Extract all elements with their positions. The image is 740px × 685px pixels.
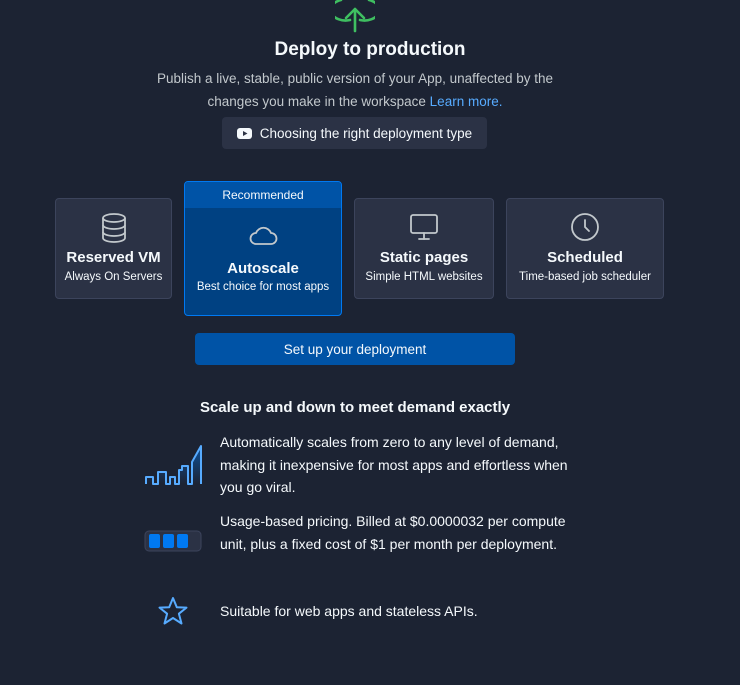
deployment-option-title: Static pages — [379, 249, 469, 266]
monitor-icon — [410, 214, 438, 240]
database-icon — [101, 213, 126, 243]
deployment-option-autoscale[interactable]: Recommended Autoscale Best choice for mo… — [184, 181, 342, 316]
deployment-option-subtitle: Time-based job scheduler — [519, 271, 651, 283]
details-heading: Scale up and down to meet demand exactly — [199, 399, 511, 416]
feature-text: Automatically scales from zero to any le… — [220, 434, 568, 495]
page-title: Deploy to production — [274, 39, 466, 60]
setup-deployment-button[interactable]: Set up your deployment — [195, 333, 515, 365]
deployment-option-subtitle: Best choice for most apps — [196, 281, 330, 293]
deployment-option-subtitle: Simple HTML websites — [365, 271, 483, 283]
deployment-option-title: Autoscale — [227, 260, 299, 277]
star-icon — [158, 597, 188, 625]
deploy-arrow-icon — [335, 0, 375, 33]
video-guide-button[interactable]: Choosing the right deployment type — [222, 117, 487, 149]
youtube-play-icon — [236, 127, 252, 139]
deployment-option-static-pages[interactable]: Static pages Simple HTML websites — [354, 198, 494, 299]
deployment-option-subtitle: Always On Servers — [64, 271, 163, 283]
cloud-icon — [249, 226, 278, 245]
recommended-badge: Recommended — [185, 182, 341, 208]
deployment-option-title: Reserved VM — [66, 249, 161, 266]
scaling-graph-icon — [145, 445, 202, 485]
page-description: Publish a live, stable, public version o… — [150, 68, 560, 113]
deployment-option-reserved-vm[interactable]: Reserved VM Always On Servers — [55, 198, 172, 299]
feature-text: Usage-based pricing. Billed at $0.000003… — [220, 513, 566, 552]
learn-more-link[interactable]: Learn more. — [430, 94, 503, 109]
clock-icon — [571, 213, 599, 241]
battery-meter-icon — [144, 530, 202, 552]
video-guide-label: Choosing the right deployment type — [259, 125, 473, 141]
deployment-option-scheduled[interactable]: Scheduled Time-based job scheduler — [506, 198, 664, 299]
deployment-option-title: Scheduled — [547, 249, 623, 266]
feature-text: Suitable for web apps and stateless APIs… — [220, 603, 478, 619]
